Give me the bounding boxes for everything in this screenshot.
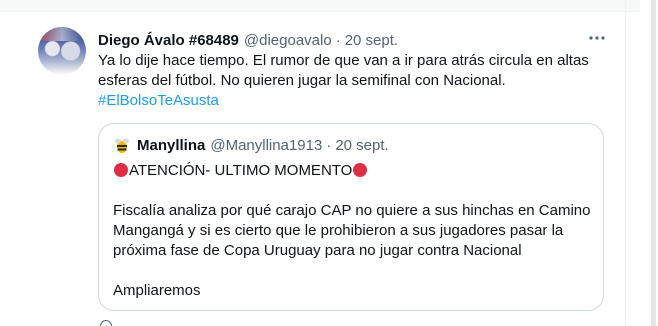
tweet-text: Ya lo dije hace tiempo. El rumor de que …	[98, 51, 618, 111]
quoted-user-handle[interactable]: @Manyllina1913	[210, 137, 322, 154]
tweet-text-line: Ya lo dije hace tiempo. El rumor de que …	[98, 52, 589, 69]
quoted-text-line: próxima fase de Copa Uruguay para no jug…	[113, 242, 522, 259]
scrollbar-thumb[interactable]	[651, 0, 656, 326]
more-horizontal-icon[interactable]	[586, 28, 608, 48]
quoted-avatar[interactable]	[113, 136, 131, 154]
alert-text: ATENCIÓN- ULTIMO MOMENTO	[129, 162, 353, 179]
tweet-header: Diego Ávalo #68489 @diegoavalo · 20 sept…	[98, 30, 398, 50]
alert-line: ATENCIÓN- ULTIMO MOMENTO	[113, 161, 593, 181]
user-handle[interactable]: @diegoavalo	[244, 32, 332, 49]
red-circle-icon	[114, 163, 128, 177]
separator: ·	[326, 136, 332, 154]
more-dots-icon	[589, 36, 605, 40]
quoted-text-line: Mangangá y si es cierto que le prohibier…	[113, 222, 564, 239]
quoted-closing-line: Ampliaremos	[113, 282, 201, 299]
quoted-timestamp[interactable]: 20 sept.	[335, 137, 388, 154]
reply-icon[interactable]	[100, 320, 112, 326]
quoted-tweet-text: ATENCIÓN- ULTIMO MOMENTO Fiscalía analiz…	[113, 161, 593, 301]
quoted-tweet-header: Manyllina @Manyllina1913 · 20 sept.	[113, 135, 389, 155]
quoted-tweet-card[interactable]: Manyllina @Manyllina1913 · 20 sept. ATEN…	[98, 123, 604, 311]
avatar[interactable]	[38, 27, 86, 75]
timestamp[interactable]: 20 sept.	[345, 32, 398, 49]
previous-tweet-edge	[0, 0, 640, 12]
hashtag-link[interactable]: #ElBolsoTeAsusta	[98, 91, 618, 111]
display-name[interactable]: Diego Ávalo #68489	[98, 32, 239, 49]
tweet-text-line: esferas del fútbol. No quieren jugar la …	[98, 72, 506, 89]
separator: ·	[335, 31, 341, 49]
quoted-text-line: Fiscalía analiza por qué carajo CAP no q…	[113, 202, 591, 219]
red-circle-icon	[353, 163, 368, 177]
timeline-divider	[625, 0, 626, 326]
bee-icon	[115, 138, 129, 153]
quoted-display-name[interactable]: Manyllina	[137, 137, 205, 154]
